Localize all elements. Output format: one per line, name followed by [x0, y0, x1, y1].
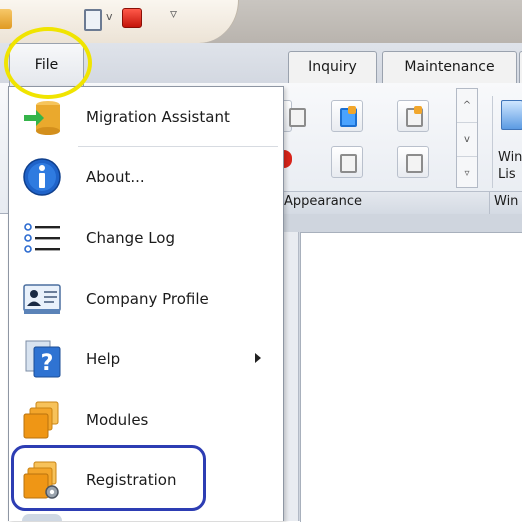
ribbon-group-labels: Appearance Win — [282, 191, 522, 214]
highlight-circle-file — [4, 27, 92, 99]
windows-list-label-line1: Win — [498, 150, 522, 165]
side-panel-strip[interactable] — [282, 232, 299, 521]
menu-item-partial-icon — [22, 514, 62, 521]
gallery-style-blue[interactable] — [331, 100, 363, 132]
menu-item-label: About... — [86, 168, 145, 186]
clipboard-icon[interactable] — [84, 9, 102, 31]
migration-icon — [24, 101, 60, 135]
group-divider — [489, 192, 490, 214]
menu-item-label: Change Log — [86, 229, 175, 247]
windows-icon — [501, 100, 522, 130]
group-label-windows: Win — [494, 194, 519, 209]
menu-item-about[interactable]: About... — [9, 148, 283, 206]
menu-separator — [78, 146, 278, 147]
gallery-scroll-up[interactable]: ^ — [457, 89, 477, 123]
document-area — [300, 232, 522, 522]
windows-list-label-line2: Lis — [498, 167, 516, 182]
menu-item-company-profile[interactable]: Company Profile — [9, 270, 283, 328]
id-card-icon — [23, 284, 61, 314]
tab-inquiry[interactable]: Inquiry — [288, 51, 377, 83]
info-icon — [23, 158, 61, 196]
gallery-style-gray-orange[interactable] — [397, 100, 429, 132]
highlight-box-registration — [11, 445, 206, 511]
gallery-style-light[interactable] — [331, 146, 363, 178]
windows-list-button[interactable]: Win Lis — [492, 96, 522, 188]
red-tool-icon[interactable] — [122, 8, 142, 28]
list-icon — [24, 223, 60, 253]
menu-item-label: Migration Assistant — [86, 108, 230, 126]
menu-item-change-log[interactable]: Change Log — [9, 209, 283, 267]
qat-customize-dropdown[interactable]: ▿ — [170, 6, 177, 22]
modules-icon — [23, 401, 59, 439]
tab-maintenance[interactable]: Maintenance — [382, 51, 517, 83]
menu-item-label: Help — [86, 350, 121, 368]
menu-item-label: Company Profile — [86, 290, 209, 308]
menu-item-help[interactable]: ? Help — [9, 330, 283, 388]
gallery-scroller[interactable]: ^ v ▿ — [456, 88, 478, 188]
group-label-appearance: Appearance — [284, 194, 363, 209]
app-icon[interactable] — [0, 9, 12, 29]
menu-item-modules[interactable]: Modules — [9, 391, 283, 449]
gallery-style-gray[interactable] — [397, 146, 429, 178]
gallery-scroll-down[interactable]: v — [457, 123, 477, 157]
help-icon: ? — [25, 340, 61, 378]
gallery-more[interactable]: ▿ — [457, 157, 477, 190]
clipboard-dropdown-arrow[interactable]: v — [106, 10, 113, 23]
menu-item-label: Modules — [86, 411, 149, 429]
submenu-arrow-icon — [255, 353, 261, 363]
svg-text:?: ? — [41, 351, 54, 376]
